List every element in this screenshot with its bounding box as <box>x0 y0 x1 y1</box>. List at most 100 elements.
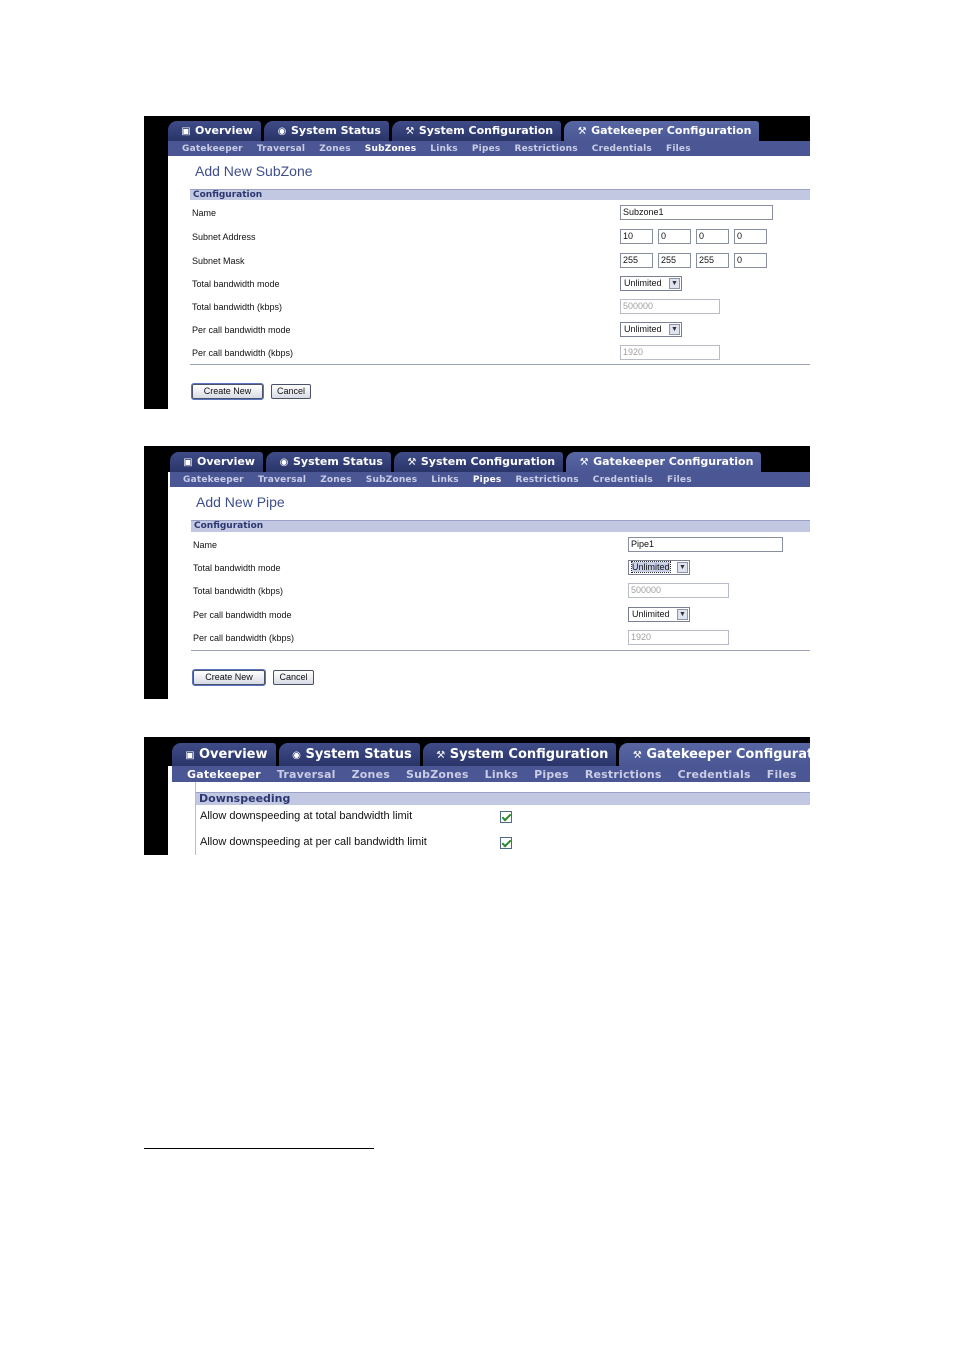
wrench-icon: ⚒ <box>579 457 589 468</box>
sub-navigation: Gatekeeper Traversal Zones SubZones Link… <box>168 141 810 156</box>
wrench-icon: ⚒ <box>577 126 587 137</box>
subnet-address-octet-3[interactable]: 0 <box>696 229 729 244</box>
subnav-traversal[interactable]: Traversal <box>257 144 305 154</box>
cancel-button[interactable]: Cancel <box>271 384 311 399</box>
name-label: Name <box>193 540 218 550</box>
per-call-bandwidth-mode-select[interactable]: Unlimited ▼ <box>620 322 682 337</box>
status-icon: ◉ <box>277 126 287 137</box>
create-new-button[interactable]: Create New <box>192 384 263 399</box>
tab-system-configuration[interactable]: ⚒ System Configuration <box>422 743 617 766</box>
tab-gatekeeper-configuration[interactable]: ⚒Gatekeeper Configuration <box>619 743 810 766</box>
subnet-address-octet-1[interactable]: 10 <box>620 229 653 244</box>
tab-system-configuration[interactable]: ⚒ System Configuration <box>391 121 562 141</box>
tab-strip: ▣ Overview ◉ System Status ⚒ System Configu… <box>144 446 810 472</box>
subnav-links[interactable]: Links <box>430 144 458 154</box>
chevron-down-icon: ▼ <box>669 278 680 289</box>
config-form: Name Subzone1 Subnet Address 10 0 0 0 Su… <box>190 200 810 365</box>
total-bandwidth-label: Total bandwidth (kbps) <box>192 302 283 312</box>
wrench-icon: ⚒ <box>407 457 417 468</box>
subnet-address-octet-2[interactable]: 0 <box>658 229 691 244</box>
downspeed-per-call-label: Allow downspeeding at per call bandwidth… <box>200 836 427 848</box>
tab-system-status[interactable]: ◉ System Status <box>263 121 389 141</box>
subnav-pipes[interactable]: Pipes <box>534 768 569 781</box>
subnav-pipes[interactable]: Pipes <box>472 144 501 154</box>
wrench-icon: ⚒ <box>436 750 446 761</box>
subnav-zones[interactable]: Zones <box>319 144 351 154</box>
status-icon: ◉ <box>292 750 301 761</box>
total-bandwidth-input[interactable]: 500000 <box>628 583 729 598</box>
subnet-mask-octet-3[interactable]: 255 <box>696 253 729 268</box>
subnav-gatekeeper[interactable]: Gatekeeper <box>183 475 244 485</box>
downspeed-total-label: Allow downspeeding at total bandwidth li… <box>200 810 413 822</box>
tab-system-status[interactable]: ◉ System Status <box>278 743 420 766</box>
subnav-credentials[interactable]: Credentials <box>592 144 652 154</box>
subnav-restrictions[interactable]: Restrictions <box>585 768 662 781</box>
subnet-mask-octet-1[interactable]: 255 <box>620 253 653 268</box>
subnav-links[interactable]: Links <box>485 768 518 781</box>
subnav-zones[interactable]: Zones <box>320 475 352 485</box>
status-icon: ◉ <box>279 457 289 468</box>
tab-strip: ▣ Overview ◉ System Status ⚒ System Configu… <box>144 737 810 766</box>
per-call-bandwidth-mode-label: Per call bandwidth mode <box>192 325 291 335</box>
per-call-bandwidth-input[interactable]: 1920 <box>620 345 720 360</box>
name-input[interactable]: Subzone1 <box>620 205 773 220</box>
tab-system-configuration[interactable]: ⚒ System Configuration <box>393 452 564 472</box>
subnav-subzones[interactable]: SubZones <box>366 475 418 485</box>
subnav-credentials[interactable]: Credentials <box>678 768 751 781</box>
config-form: Name Pipe1 Total bandwidth mode Unlimite… <box>191 532 810 651</box>
subnet-address-label: Subnet Address <box>192 232 256 242</box>
per-call-bandwidth-input[interactable]: 1920 <box>628 630 729 645</box>
subnav-files[interactable]: Files <box>767 768 797 781</box>
downspeeding-screenshot: ▣ Overview ◉ System Status ⚒ System Configu… <box>144 737 810 855</box>
name-input[interactable]: Pipe1 <box>628 537 783 552</box>
wrench-icon: ⚒ <box>405 126 415 137</box>
tab-overview[interactable]: ▣ Overview <box>170 452 263 472</box>
subnet-mask-label: Subnet Mask <box>192 256 245 266</box>
tab-system-status[interactable]: ◉ System Status <box>265 452 391 472</box>
overview-icon: ▣ <box>181 126 191 137</box>
cancel-button[interactable]: Cancel <box>273 670 314 685</box>
per-call-bandwidth-mode-label: Per call bandwidth mode <box>193 610 292 620</box>
name-label: Name <box>192 208 217 218</box>
total-bandwidth-input[interactable]: 500000 <box>620 299 720 314</box>
footnote-divider <box>144 1148 374 1149</box>
subnav-pipes[interactable]: Pipes <box>473 475 502 485</box>
section-header: Configuration <box>191 520 810 532</box>
sub-navigation: Gatekeeper Traversal Zones SubZones Link… <box>170 472 810 487</box>
subnav-traversal[interactable]: Traversal <box>277 768 336 781</box>
chevron-down-icon: ▼ <box>669 324 680 335</box>
subnet-address-octet-4[interactable]: 0 <box>734 229 767 244</box>
tab-overview[interactable]: ▣ Overview <box>172 743 276 766</box>
downspeed-total-checkbox[interactable] <box>500 811 512 823</box>
create-new-button[interactable]: Create New <box>193 670 265 685</box>
tab-overview[interactable]: ▣ Overview <box>168 121 261 141</box>
list-item: Allow downspeeding at per call bandwidth… <box>198 835 810 851</box>
subnav-zones[interactable]: Zones <box>352 768 390 781</box>
subnav-files[interactable]: Files <box>666 144 691 154</box>
subnav-subzones[interactable]: SubZones <box>365 144 417 154</box>
subnav-gatekeeper[interactable]: Gatekeeper <box>187 768 261 781</box>
downspeed-per-call-checkbox[interactable] <box>500 837 512 849</box>
subnav-restrictions[interactable]: Restrictions <box>515 475 578 485</box>
sub-navigation: Gatekeeper Traversal Zones SubZones Link… <box>172 766 810 782</box>
page-title: Add New Pipe <box>196 494 285 510</box>
list-item: Allow downspeeding at total bandwidth li… <box>198 809 810 825</box>
subnav-subzones[interactable]: SubZones <box>406 768 469 781</box>
per-call-bandwidth-label: Per call bandwidth (kbps) <box>192 348 294 358</box>
total-bandwidth-mode-select[interactable]: Unlimited ▼ <box>628 560 690 575</box>
tab-gatekeeper-configuration[interactable]: ⚒Gatekeeper Configuration <box>564 121 760 141</box>
overview-icon: ▣ <box>183 457 193 468</box>
per-call-bandwidth-mode-select[interactable]: Unlimited ▼ <box>628 607 690 622</box>
subnet-mask-octet-4[interactable]: 0 <box>734 253 767 268</box>
subnav-links[interactable]: Links <box>431 475 459 485</box>
subnav-files[interactable]: Files <box>667 475 692 485</box>
total-bandwidth-mode-select[interactable]: Unlimited ▼ <box>620 276 682 291</box>
subnet-mask-octet-2[interactable]: 255 <box>658 253 691 268</box>
subnav-traversal[interactable]: Traversal <box>258 475 306 485</box>
tab-gatekeeper-configuration[interactable]: ⚒Gatekeeper Configuration <box>566 452 762 472</box>
subnav-credentials[interactable]: Credentials <box>593 475 653 485</box>
subnav-restrictions[interactable]: Restrictions <box>514 144 577 154</box>
section-header: Configuration <box>190 189 810 200</box>
page-title: Add New SubZone <box>195 163 313 179</box>
subnav-gatekeeper[interactable]: Gatekeeper <box>182 144 243 154</box>
